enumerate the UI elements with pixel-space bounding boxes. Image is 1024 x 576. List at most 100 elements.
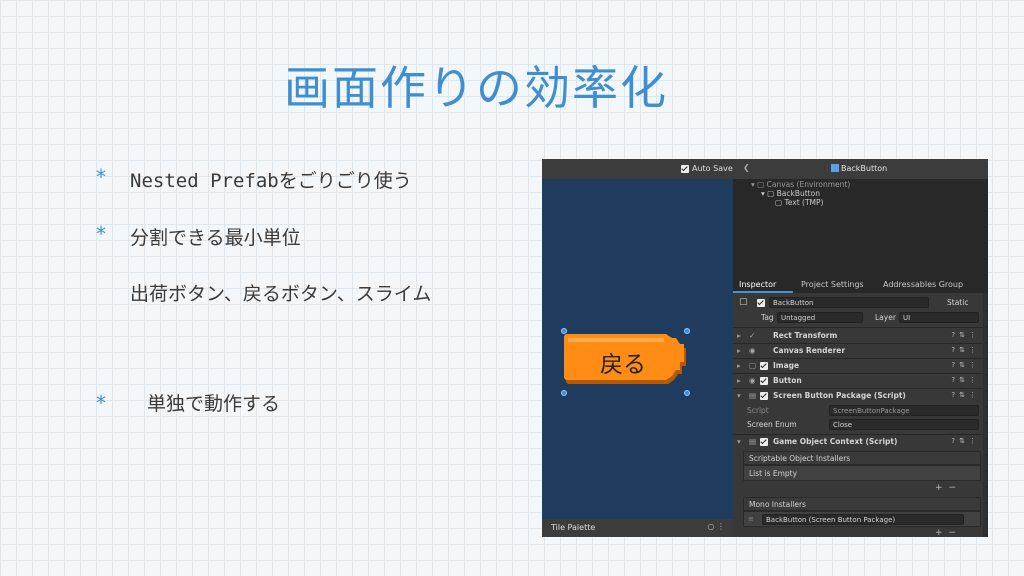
auto-save-toggle[interactable]: Auto Save <box>681 164 733 173</box>
foldout-arrow-icon: ▸ <box>737 361 741 370</box>
list-title: Scriptable Object Installers <box>749 454 851 463</box>
component-header[interactable]: ▸ ◉ Canvas Renderer ?⇅⋮ <box>733 344 988 358</box>
bullet-text: 単独で動作する <box>147 393 281 415</box>
resize-handle[interactable] <box>561 390 567 396</box>
inspector-panel: Inspector Project Settings Addressables … <box>733 277 988 537</box>
cube-icon: ▢ <box>739 297 748 307</box>
script-row: Script ScreenButtonPackage <box>733 404 988 418</box>
hierarchy-item[interactable]: ▾ ▢ BackButton <box>761 189 820 198</box>
component-menu-icon[interactable]: ?⇅⋮ <box>951 391 980 399</box>
layer-label: Layer <box>875 313 896 322</box>
static-toggle[interactable]: Static <box>947 298 968 307</box>
component-name: Rect Transform <box>773 331 838 340</box>
component-name: Game Object Context (Script) <box>773 437 898 446</box>
resize-handle[interactable] <box>684 390 690 396</box>
lock-icon[interactable]: ○ ⋮ <box>707 522 725 531</box>
foldout-arrow-icon: ▸ <box>737 346 741 355</box>
hierarchy-item[interactable]: ▾ ▢ Canvas (Environment) <box>751 180 850 189</box>
hierarchy-item-label: Text (TMP) <box>784 198 824 207</box>
bullet-marker: * <box>96 222 106 246</box>
screen-enum-dropdown[interactable]: Close <box>829 419 979 430</box>
component-name: Screen Button Package (Script) <box>773 391 906 400</box>
screen-enum-row: Screen Enum Close <box>733 418 988 432</box>
image-icon: ▢ <box>749 361 757 370</box>
prefab-header: ❮ BackButton <box>733 159 988 179</box>
rect-transform-icon: ✓ <box>749 331 756 340</box>
tile-palette-label: Tile Palette <box>551 523 596 532</box>
eye-icon: ◉ <box>749 346 756 355</box>
component-name: Image <box>773 361 800 370</box>
script-field: ScreenButtonPackage <box>829 405 979 416</box>
checkbox-icon <box>681 164 689 173</box>
installer-list-header: Mono Installers <box>743 497 981 511</box>
installer-list: ≡ BackButton (Screen Button Package) <box>743 511 981 527</box>
enabled-checkbox[interactable] <box>760 377 768 385</box>
foldout-arrow-icon: ▸ <box>737 376 741 385</box>
button-component-icon: ◉ <box>749 376 756 385</box>
sub-bullet-text: 出荷ボタン、戻るボタン、スライム <box>130 283 432 305</box>
tag-label: Tag <box>761 313 774 322</box>
active-tab-indicator <box>733 291 793 293</box>
object-header: ▢ BackButton Static <box>733 295 988 311</box>
component-menu-icon[interactable]: ?⇅⋮ <box>951 361 980 369</box>
back-button-preview[interactable]: 戻る <box>561 328 690 396</box>
tab-inspector[interactable]: Inspector <box>739 280 776 289</box>
component-header[interactable]: ▸ ▢ Image ?⇅⋮ <box>733 359 988 373</box>
enabled-checkbox[interactable] <box>760 362 768 370</box>
bullet-marker: * <box>96 391 106 415</box>
list-empty-text: List is Empty <box>749 469 798 478</box>
back-arrow-icon[interactable]: ❮ <box>743 163 750 172</box>
hierarchy-item-label: Canvas (Environment) <box>766 180 851 189</box>
hierarchy-item-label: BackButton <box>776 189 820 198</box>
tag-layer-row: Tag Untagged Layer UI <box>733 311 988 325</box>
active-checkbox[interactable] <box>757 299 765 307</box>
component-menu-icon[interactable]: ?⇅⋮ <box>951 437 980 445</box>
resize-handle[interactable] <box>561 328 567 334</box>
enabled-checkbox[interactable] <box>760 438 768 446</box>
component-header[interactable]: ▸ ◉ Button ?⇅⋮ <box>733 374 988 388</box>
button-label: 戻る <box>600 352 646 378</box>
script-icon: ▤ <box>749 437 757 446</box>
installer-list: List is Empty <box>743 465 981 481</box>
drag-handle-icon[interactable]: ≡ <box>748 515 754 523</box>
resize-handle[interactable] <box>684 328 690 334</box>
tab-addressables[interactable]: Addressables Group <box>883 280 963 289</box>
component-menu-icon[interactable]: ?⇅⋮ <box>951 376 980 384</box>
unity-editor-screenshot: Auto Save 戻る Tile Palette ○ ⋮ ❮ BackButt… <box>542 159 988 537</box>
component-name: Canvas Renderer <box>773 346 846 355</box>
enabled-checkbox[interactable] <box>760 392 768 400</box>
component-header[interactable]: ▾ ▤ Game Object Context (Script) ?⇅⋮ <box>733 435 988 449</box>
scene-toolbar: Auto Save <box>542 159 733 179</box>
tag-dropdown[interactable]: Untagged <box>777 312 863 323</box>
foldout-arrow-icon: ▾ <box>737 437 741 446</box>
prefab-title: BackButton <box>841 164 888 173</box>
script-icon: ▤ <box>749 391 757 400</box>
bullet-text: 分割できる最小単位 <box>130 227 301 249</box>
divider <box>733 327 988 328</box>
foldout-arrow-icon: ▸ <box>737 331 741 340</box>
inspector-scrollbar[interactable] <box>983 293 988 537</box>
foldout-arrow-icon: ▾ <box>737 391 741 400</box>
bullet-marker: * <box>96 165 106 189</box>
slide-title: 画面作りの効率化 <box>284 61 668 115</box>
layer-dropdown[interactable]: UI <box>899 312 979 323</box>
scene-view: Auto Save 戻る Tile Palette ○ ⋮ <box>542 159 733 537</box>
component-name: Button <box>773 376 802 385</box>
prefab-icon <box>831 164 839 172</box>
tab-project-settings[interactable]: Project Settings <box>801 280 864 289</box>
inspector-tabs: Inspector Project Settings Addressables … <box>733 277 988 293</box>
tile-palette-bar[interactable]: Tile Palette ○ ⋮ <box>542 519 733 537</box>
screen-enum-label: Screen Enum <box>747 420 797 429</box>
bullet-text: Nested Prefabをごりごり使う <box>130 170 412 192</box>
component-header[interactable]: ▾ ▤ Screen Button Package (Script) ?⇅⋮ <box>733 389 988 403</box>
object-name-field[interactable]: BackButton <box>769 297 929 308</box>
mono-installer-field[interactable]: BackButton (Screen Button Package) <box>762 514 964 525</box>
list-title: Mono Installers <box>749 500 806 509</box>
component-header[interactable]: ▸ ✓ Rect Transform ?⇅⋮ <box>733 329 988 343</box>
component-menu-icon[interactable]: ?⇅⋮ <box>951 331 980 339</box>
component-menu-icon[interactable]: ?⇅⋮ <box>951 346 980 354</box>
auto-save-label: Auto Save <box>692 164 733 173</box>
hierarchy-item[interactable]: ▢ Text (TMP) <box>775 198 823 207</box>
add-remove-icons[interactable]: +− <box>935 528 962 537</box>
add-remove-icons[interactable]: +− <box>935 483 962 493</box>
